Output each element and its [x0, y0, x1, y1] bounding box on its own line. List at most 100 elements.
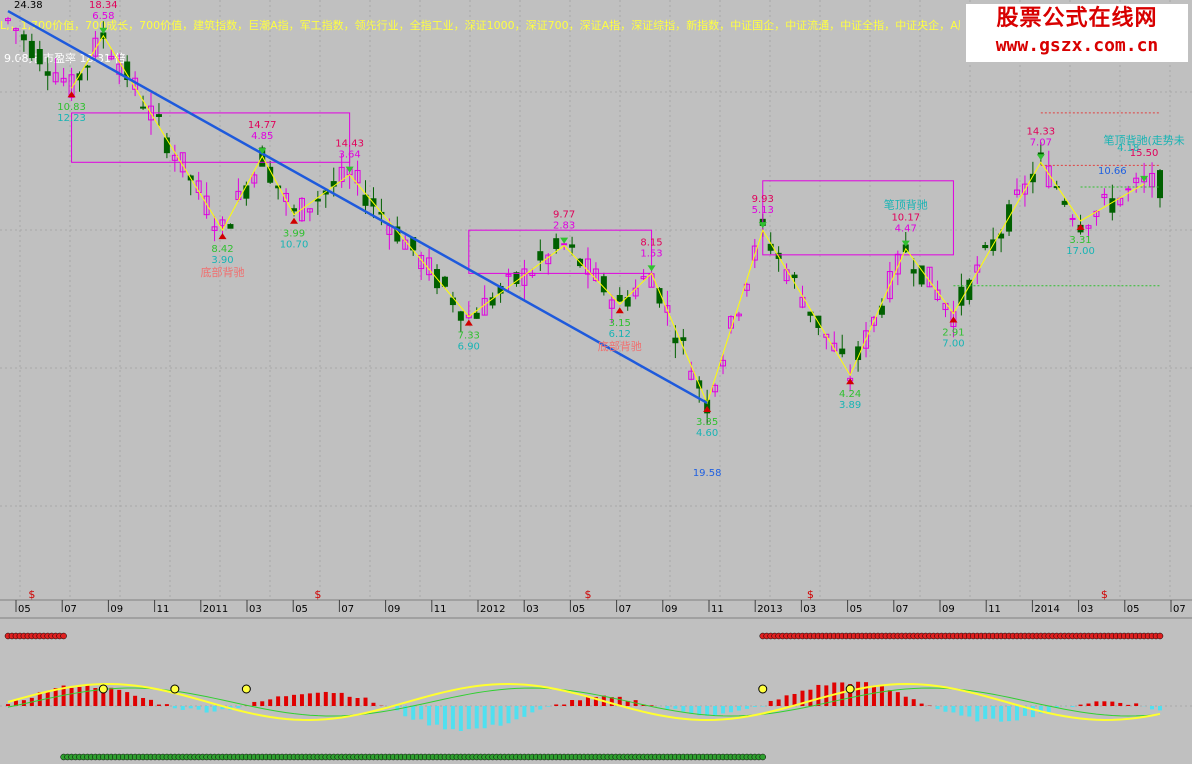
- macd-bar: [1078, 704, 1083, 706]
- extra-label: 19.58: [693, 468, 722, 479]
- macd-bar: [999, 706, 1004, 722]
- red-signal-dot: [60, 632, 67, 640]
- macd-bar: [744, 706, 749, 709]
- pivot-high-sublabel: 7.07: [1030, 137, 1052, 148]
- macd-bar: [903, 696, 908, 706]
- macd-bar: [419, 706, 424, 720]
- x-tick-label: 07: [619, 604, 632, 615]
- x-tick-label: 11: [988, 604, 1001, 615]
- watermark-title: 股票公式在线网: [996, 6, 1158, 31]
- pivot-high-label: 9.77: [553, 210, 575, 221]
- macd-bar: [276, 696, 281, 706]
- macd-bar: [450, 706, 455, 730]
- macd-bar: [482, 706, 487, 729]
- x-tick-label: 05: [850, 604, 863, 615]
- macd-bar: [665, 706, 670, 710]
- macd-bar: [871, 685, 876, 706]
- macd-subchart[interactable]: [0, 619, 1192, 764]
- macd-bar: [713, 706, 718, 716]
- macd-bar: [435, 706, 440, 725]
- pivot-high-sublabel: 4.47: [895, 224, 917, 235]
- x-tick-label: 05: [1127, 604, 1140, 615]
- circle-marker-icon: [170, 684, 180, 694]
- macd-bar: [1118, 702, 1123, 706]
- buy-arrow-icon: [464, 319, 473, 326]
- circle-marker-icon: [241, 684, 251, 694]
- macd-bar: [85, 684, 90, 706]
- candles: [5, 16, 1163, 424]
- central-zone-box: [468, 229, 653, 274]
- candle-down: [569, 244, 576, 248]
- macd-bar: [856, 681, 861, 706]
- macd-bar: [474, 706, 479, 729]
- macd-bar: [1014, 706, 1019, 721]
- macd-bar: [768, 700, 773, 706]
- macd-bar: [204, 706, 209, 713]
- macd-bar: [315, 692, 320, 706]
- candle-down: [616, 294, 623, 302]
- pivot-low-label: 7.33: [458, 331, 480, 342]
- red-signal-dot: [1156, 632, 1164, 640]
- pivot-low-label: 4.24: [839, 389, 861, 400]
- extra-label: 10.66: [1098, 166, 1127, 177]
- x-tick-label: 05: [295, 604, 308, 615]
- macd-bar: [188, 706, 193, 709]
- circle-marker-icon: [98, 684, 108, 694]
- circle-marker-icon: [845, 684, 855, 694]
- candle-down: [680, 337, 687, 341]
- pivot-low-label: 10.83: [57, 102, 86, 113]
- candle-down: [672, 337, 679, 344]
- dollar-sign-icon: $: [314, 588, 321, 601]
- macd-bar: [323, 691, 328, 706]
- candle-down: [1157, 170, 1163, 199]
- pivot-low-sublabel: 7.00: [942, 338, 964, 349]
- macd-bar: [466, 706, 471, 730]
- dollar-sign-icon: $: [584, 588, 591, 601]
- macd-bar: [212, 706, 217, 712]
- macd-bar: [522, 706, 527, 717]
- pivot-low-sublabel: 10.70: [280, 240, 309, 251]
- pivot-low-sublabel: 3.89: [839, 400, 861, 411]
- macd-bar: [331, 693, 336, 706]
- macd-bar: [760, 706, 765, 707]
- pivot-high-sublabel: 5.13: [752, 205, 774, 216]
- macd-bar: [490, 706, 495, 725]
- grid: [0, 0, 1192, 600]
- pivot-high-label: 9.93: [752, 194, 774, 205]
- macd-bar: [498, 706, 503, 726]
- macd-bar: [292, 694, 297, 706]
- divergence-label: 笔顶背驰: [884, 198, 928, 212]
- pivot-high-sublabel: 4.85: [251, 131, 273, 142]
- pivot-high-label: 18.34: [89, 0, 118, 11]
- macd-bar: [840, 682, 845, 706]
- x-tick-label: 07: [64, 604, 77, 615]
- candle-up: [561, 243, 568, 246]
- x-tick-label: 11: [711, 604, 724, 615]
- x-tick-label: 09: [388, 604, 401, 615]
- macd-bar: [975, 706, 980, 722]
- candle-down: [791, 274, 798, 279]
- macd-bar: [125, 692, 130, 706]
- x-tick-label: 05: [18, 604, 31, 615]
- macd-bar: [172, 706, 177, 709]
- candle-down: [457, 311, 464, 321]
- x-tick-label: 03: [526, 604, 539, 615]
- candle-down: [28, 40, 35, 59]
- extra-label: 4.18: [1117, 143, 1139, 154]
- candlestick-chart[interactable]: 10.8312.23 18.346.58 8.423.90 14.774.85 3.99…: [0, 0, 1192, 619]
- macd-bar: [578, 700, 583, 706]
- macd-bar: [506, 706, 511, 724]
- macd-bar: [164, 704, 169, 706]
- macd-bar: [554, 704, 559, 706]
- dollar-sign-icon: $: [1101, 588, 1108, 601]
- macd-bar: [411, 706, 416, 720]
- macd-bar: [959, 706, 964, 716]
- buy-arrow-icon: [290, 217, 299, 224]
- candle-down: [20, 34, 27, 41]
- macd-bar: [721, 706, 726, 714]
- macd-bar: [1126, 704, 1131, 706]
- macd-bar: [371, 702, 376, 706]
- x-tick-label: 09: [110, 604, 123, 615]
- macd-bar: [69, 687, 74, 706]
- macd-bar: [347, 696, 352, 706]
